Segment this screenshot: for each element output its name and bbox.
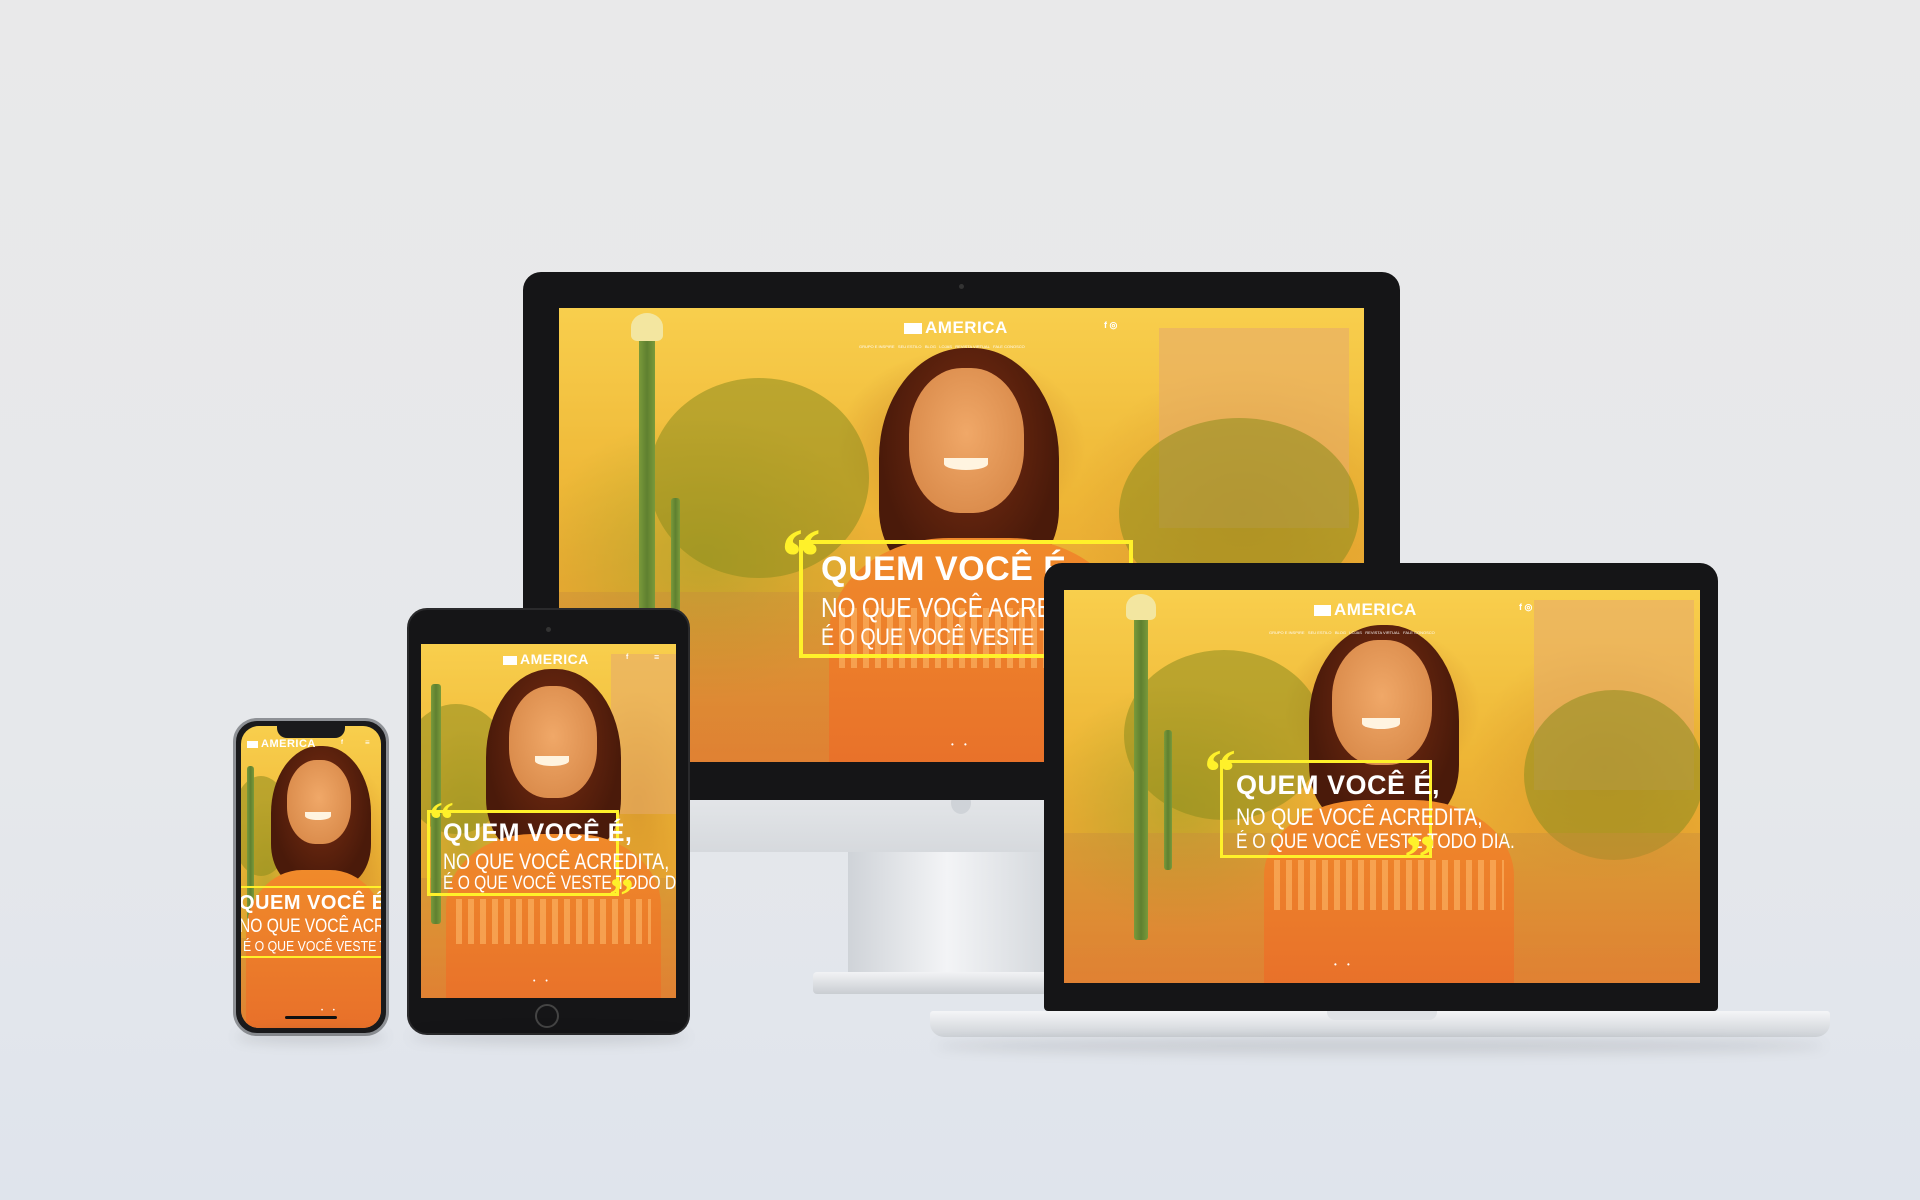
phone-notch — [277, 726, 345, 738]
laptop-notch — [1327, 1011, 1437, 1020]
nav-item[interactable]: REVISTA VIRTUAL — [1365, 630, 1400, 635]
nav-item[interactable]: BLOG — [1335, 630, 1346, 635]
nav-item[interactable]: LOJAS — [1349, 630, 1362, 635]
menu-icon[interactable]: ≡ — [365, 738, 370, 747]
facebook-icon[interactable]: f — [1104, 320, 1107, 330]
nav-item[interactable]: REVISTA VIRTUAL — [955, 344, 990, 349]
laptop: AMERICA f ◎ GRUPO E INSPIRE SEU ESTILO B… — [930, 563, 1830, 1058]
tablet-screen: AMERICA f ≡ “ QUEM VOCÊ É, NO QUE VOCÊ A… — [421, 644, 676, 998]
instagram-icon[interactable]: ◎ — [1525, 602, 1533, 612]
laptop-shadow — [935, 1038, 1825, 1054]
tablet-shadow — [410, 1030, 688, 1044]
camera-dot-icon — [546, 627, 551, 632]
slider-dots[interactable]: • • — [1334, 960, 1354, 969]
logo-mark-icon — [1314, 605, 1331, 617]
logo-mark-icon — [904, 323, 922, 335]
headline-line-1: QUEM VOCÊ É, — [1236, 770, 1441, 800]
close-quote-icon: ” — [1404, 822, 1436, 893]
headline-line-1: QUEM VOCÊ É, — [241, 892, 381, 914]
slider-dots[interactable]: • • — [321, 1008, 339, 1014]
phone: AMERICA f ≡ QUEM VOCÊ É, NO QUE VOCÊ ACR… — [233, 718, 389, 1036]
site-logo[interactable]: AMERICA — [503, 651, 589, 667]
headline-line-2: NO QUE VOCÊ ACREDITA, — [1236, 804, 1483, 831]
logo-mark-icon — [503, 655, 517, 665]
site-logo[interactable]: AMERICA — [1314, 600, 1417, 620]
headline-line-2: NO QUE VOCÊ ACREDITA, — [241, 916, 381, 937]
logo-mark-icon — [247, 740, 258, 748]
tablet: AMERICA f ≡ “ QUEM VOCÊ É, NO QUE VOCÊ A… — [407, 608, 690, 1035]
camera-dot-icon — [959, 284, 964, 289]
home-indicator[interactable] — [285, 1016, 337, 1019]
nav-item[interactable]: LOJAS — [939, 344, 952, 349]
nav-item[interactable]: GRUPO E INSPIRE — [859, 344, 895, 349]
main-nav: GRUPO E INSPIRE SEU ESTILO BLOG LOJAS RE… — [1269, 630, 1435, 635]
menu-icon[interactable]: ≡ — [654, 652, 659, 662]
facebook-icon[interactable]: f — [341, 740, 343, 746]
social-icons[interactable]: f ◎ — [1519, 602, 1532, 613]
nav-item[interactable]: BLOG — [925, 344, 936, 349]
facebook-icon[interactable]: f — [626, 654, 628, 661]
facebook-icon[interactable]: f — [1519, 602, 1522, 612]
headline-line-3: É O QUE VOCÊ VESTE TODO DIA. — [243, 938, 381, 955]
social-icons[interactable]: f ◎ — [1104, 320, 1117, 331]
instagram-icon[interactable]: ◎ — [1110, 320, 1118, 330]
headline-line-2: NO QUE VOCÊ ACREDITA, — [443, 849, 670, 874]
nav-item[interactable]: SEU ESTILO — [898, 344, 922, 349]
phone-shadow — [236, 1030, 386, 1044]
phone-screen: AMERICA f ≡ QUEM VOCÊ É, NO QUE VOCÊ ACR… — [241, 726, 381, 1028]
site-logo[interactable]: AMERICA — [247, 738, 316, 750]
laptop-screen: AMERICA f ◎ GRUPO E INSPIRE SEU ESTILO B… — [1064, 590, 1700, 983]
headline-line-3: É O QUE VOCÊ VESTE TODO DIA. — [1236, 830, 1515, 853]
nav-item[interactable]: SEU ESTILO — [1308, 630, 1332, 635]
main-nav: GRUPO E INSPIRE SEU ESTILO BLOG LOJAS RE… — [859, 344, 1025, 349]
headline-line-3: É O QUE VOCÊ VESTE TODO DIA. — [443, 873, 676, 894]
nav-item[interactable]: FALE CONOSCO — [993, 344, 1025, 349]
nav-item[interactable]: GRUPO E INSPIRE — [1269, 630, 1305, 635]
headline-line-1: QUEM VOCÊ É, — [443, 819, 633, 847]
close-quote-icon: ” — [609, 867, 634, 923]
home-button[interactable] — [535, 1004, 559, 1028]
model-photo — [246, 740, 381, 1028]
nav-item[interactable]: FALE CONOSCO — [1403, 630, 1435, 635]
slider-dots[interactable]: • • — [533, 978, 552, 985]
site-logo[interactable]: AMERICA — [904, 318, 1008, 338]
